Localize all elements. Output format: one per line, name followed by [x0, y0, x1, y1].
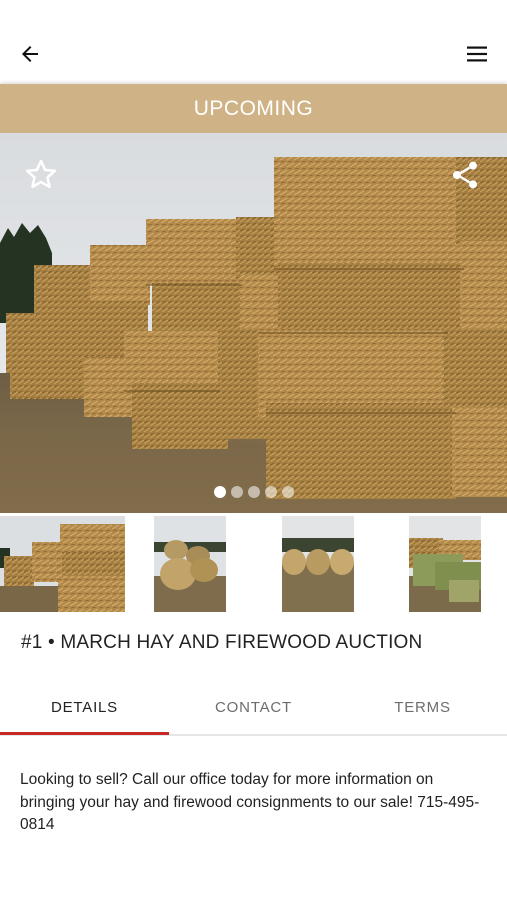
carousel-dot[interactable] — [247, 486, 260, 498]
share-icon — [453, 161, 477, 189]
top-app-bar — [0, 0, 507, 84]
carousel-dot[interactable] — [264, 486, 277, 498]
thumbnail-image — [0, 516, 125, 612]
star-outline-icon — [25, 159, 57, 189]
tab-contact[interactable]: CONTACT — [169, 680, 338, 734]
carousel-dot[interactable] — [230, 486, 243, 498]
status-banner: UPCOMING — [0, 84, 507, 133]
active-tab-indicator — [0, 732, 169, 735]
tab-bar: DETAILS CONTACT TERMS — [0, 680, 507, 736]
hay-bales-photo — [0, 133, 507, 513]
tab-details[interactable]: DETAILS — [0, 680, 169, 734]
thumbnail-image — [409, 516, 481, 612]
arrow-left-icon — [22, 46, 38, 62]
hero-image-carousel[interactable] — [0, 133, 507, 513]
square-bales-thumbnail[interactable] — [0, 516, 125, 612]
thumbnail-image — [154, 516, 226, 612]
carousel-pagination — [0, 486, 507, 498]
back-button[interactable] — [14, 38, 46, 70]
thumbnail-strip — [0, 516, 507, 612]
green-bales-thumbnail[interactable] — [409, 516, 481, 612]
thumbnail-image — [282, 516, 354, 612]
round-bales-field-thumbnail[interactable] — [282, 516, 354, 612]
favorite-button[interactable] — [22, 156, 60, 194]
round-bales-thumbnail[interactable] — [154, 516, 226, 612]
auction-title: #1 • MARCH HAY AND FIREWOOD AUCTION — [21, 632, 423, 653]
details-description: Looking to sell? Call our office today f… — [20, 771, 480, 833]
carousel-dot[interactable] — [213, 486, 226, 498]
share-button[interactable] — [449, 158, 481, 192]
status-label: UPCOMING — [193, 96, 314, 120]
carousel-dot[interactable] — [281, 486, 294, 498]
hamburger-menu-icon — [467, 46, 487, 62]
menu-button[interactable] — [461, 38, 493, 70]
tab-terms[interactable]: TERMS — [338, 680, 507, 734]
